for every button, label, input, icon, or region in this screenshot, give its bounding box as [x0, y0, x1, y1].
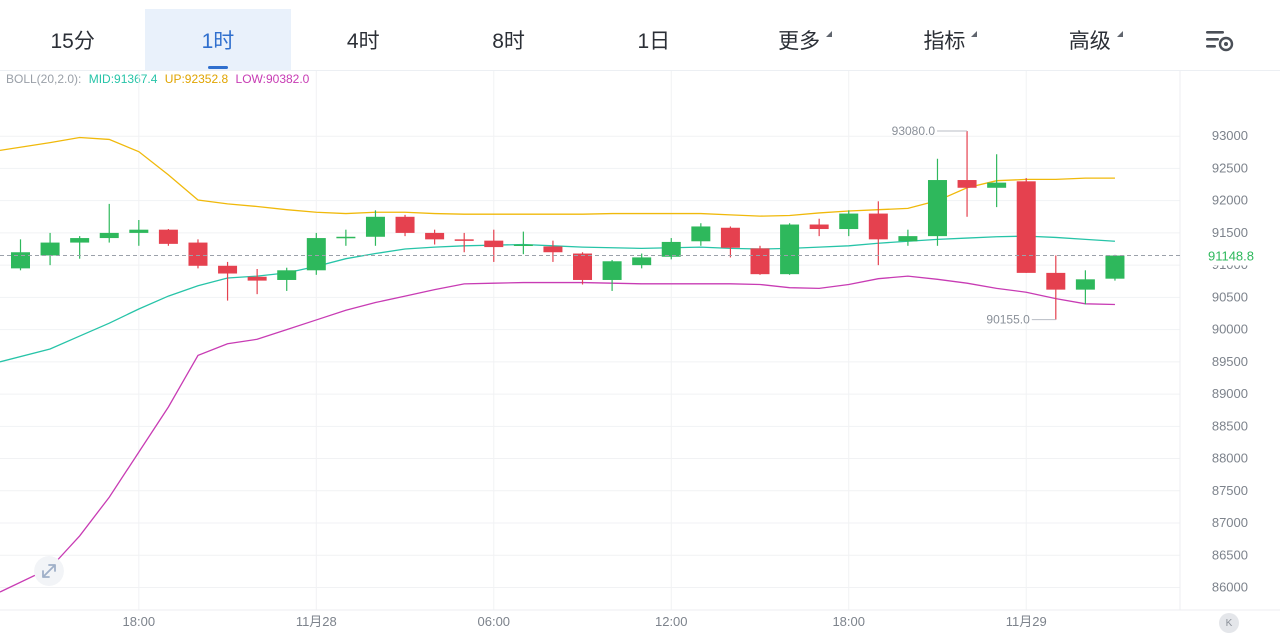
last-price-label: 91148.8 — [1208, 249, 1254, 264]
candle-body-down — [543, 246, 563, 253]
tab-6[interactable]: 指标 — [872, 9, 1017, 70]
candle-body-up — [780, 224, 800, 275]
y-tick-label: 91500 — [1212, 225, 1248, 240]
candle-body-down — [425, 232, 445, 240]
candle-body-up — [40, 242, 60, 256]
y-tick-label: 86500 — [1212, 547, 1248, 562]
y-tick-label: 92000 — [1212, 193, 1248, 208]
candle-body-up — [898, 236, 918, 242]
candle-body-down — [395, 216, 415, 233]
candle-body-down — [809, 224, 829, 230]
dropdown-caret-icon — [826, 30, 833, 37]
candle-body-down — [188, 242, 208, 266]
boll-mid-band — [0, 235, 1116, 363]
candle-body-up — [277, 270, 297, 280]
candle-body-up — [11, 252, 30, 269]
x-tick-label: 06:00 — [478, 614, 511, 629]
candle-body-down — [573, 253, 593, 280]
tab-label: 4时 — [346, 29, 380, 53]
y-tick-label: 86000 — [1212, 579, 1248, 594]
timeframe-tab-bar: 15分 1时 4时 8时 1日 更多 指标 高级 — [0, 0, 1280, 71]
candle-body-down — [957, 180, 977, 188]
tab-3[interactable]: 8时 — [436, 9, 581, 70]
y-tick-label: 90500 — [1212, 289, 1248, 304]
candle-body-up — [927, 180, 947, 237]
x-tick-label: 18:00 — [832, 614, 865, 629]
y-tick-label: 92500 — [1212, 160, 1248, 175]
candle-body-down — [868, 213, 888, 240]
tab-4[interactable]: 1日 — [581, 9, 726, 70]
y-tick-label: 89500 — [1212, 354, 1248, 369]
candle-body-up — [306, 238, 326, 271]
candle-body-down — [1016, 181, 1036, 273]
tab-5[interactable]: 更多 — [727, 9, 872, 70]
candle-body-up — [336, 236, 356, 239]
y-tick-label: 88000 — [1212, 451, 1248, 466]
x-tick-label: 11月28 — [296, 614, 337, 629]
chart-settings-icon[interactable] — [1204, 28, 1236, 54]
tab-label: 15分 — [50, 29, 95, 53]
tab-label: 1时 — [201, 29, 235, 53]
y-tick-label: 87500 — [1212, 483, 1248, 498]
y-tick-label: 88500 — [1212, 418, 1248, 433]
boll-upper-band — [0, 136, 1115, 217]
candle-body-up — [70, 238, 90, 243]
candle-body-down — [484, 240, 504, 248]
tab-label: 1日 — [637, 29, 671, 53]
tab-0[interactable]: 15分 — [0, 9, 145, 70]
boll-lower-band — [0, 275, 1115, 593]
tab-label: 指标 — [923, 25, 978, 55]
candle-body-up — [513, 244, 533, 247]
dropdown-caret-icon — [1116, 30, 1123, 37]
candle-body-down — [750, 248, 770, 275]
dropdown-caret-icon — [971, 30, 978, 37]
x-tick-label: 18:00 — [123, 614, 156, 629]
candle-body-up — [661, 241, 681, 257]
tab-label: 更多 — [778, 25, 833, 55]
candle-body-up — [839, 213, 859, 230]
min-price-label: 90155.0 — [986, 313, 1030, 327]
tab-label: 8时 — [492, 29, 525, 53]
candle-body-up — [99, 232, 119, 239]
candle-body-down — [247, 276, 267, 281]
candle-body-down — [218, 265, 238, 274]
x-tick-label: 11月29 — [1006, 614, 1047, 629]
candle-body-down — [454, 239, 474, 241]
candle-body-down — [720, 227, 740, 248]
max-price-label: 93080.0 — [892, 124, 936, 138]
y-tick-label: 89000 — [1212, 386, 1248, 401]
tab-7[interactable]: 高级 — [1017, 9, 1162, 70]
candle-body-up — [1075, 279, 1095, 290]
candle-body-down — [158, 229, 178, 244]
candle-body-up — [691, 226, 711, 242]
candlestick-chart[interactable]: 86000 86500 87000 87500 88000 88500 89000 89500… — [0, 71, 1280, 635]
candle-body-up — [365, 216, 385, 237]
candle-body-up — [987, 182, 1007, 188]
candle-body-up — [602, 261, 622, 280]
k-line-badge[interactable]: K — [1219, 613, 1239, 633]
candle-body-up — [1105, 255, 1125, 279]
expand-diagonal-icon[interactable] — [34, 556, 64, 586]
y-tick-label: 93000 — [1212, 128, 1248, 143]
x-tick-label: 12:00 — [655, 614, 688, 629]
tab-1[interactable]: 1时 — [145, 9, 291, 70]
y-tick-label: 87000 — [1212, 515, 1248, 530]
y-tick-label: 90000 — [1212, 322, 1248, 337]
tab-2[interactable]: 4时 — [291, 9, 436, 70]
candle-body-down — [1046, 272, 1066, 290]
candle-body-up — [632, 257, 652, 266]
candle-body-up — [129, 229, 149, 233]
tab-label: 高级 — [1069, 25, 1123, 55]
